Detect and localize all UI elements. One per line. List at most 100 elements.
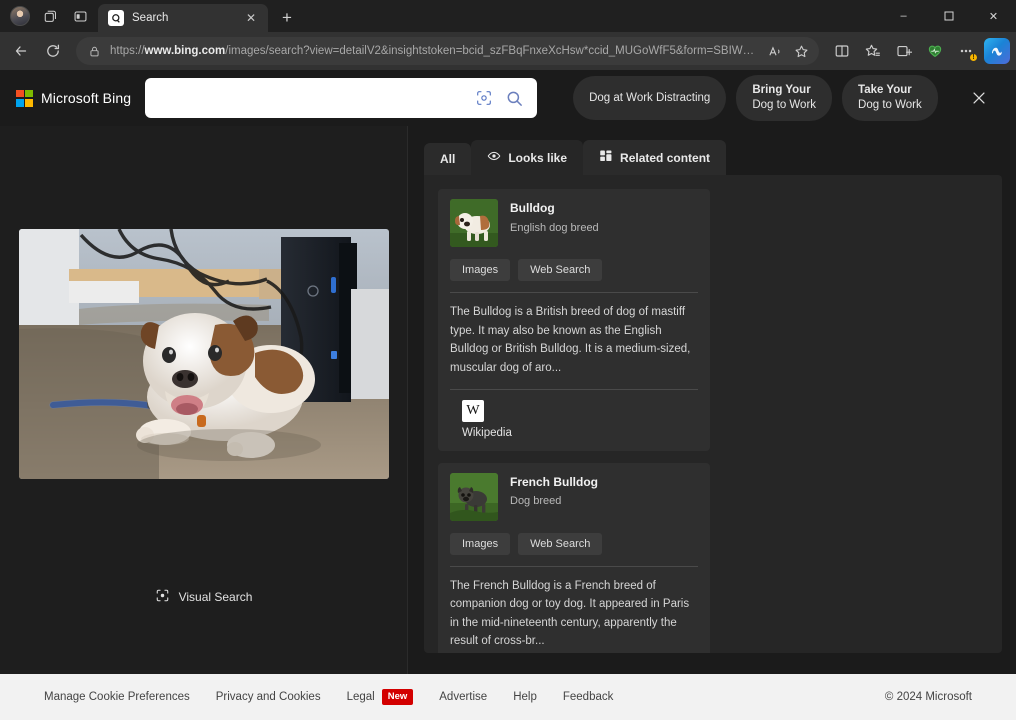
favorite-star-glyph [794,44,809,59]
read-aloud-glyph [768,44,783,59]
close-window-button[interactable]: ✕ [971,0,1016,32]
bing-logo-text: Microsoft Bing [41,90,131,106]
url-text: https://www.bing.com/images/search?view=… [110,45,755,57]
card-description: The Bulldog is a British breed of dog of… [450,303,698,378]
manage-cookie-preferences-link[interactable]: Manage Cookie Preferences [44,691,190,703]
tab-looks-like[interactable]: Looks like [471,140,583,175]
hero-image[interactable] [19,229,389,479]
address-bar[interactable]: https://www.bing.com/images/search?view=… [76,37,819,65]
entity-card[interactable]: Bulldog English dog breed Images Web Sea… [438,189,710,451]
bulldog-thumbnail[interactable] [450,199,498,247]
visual-search-icon [155,588,170,606]
divider [450,292,698,293]
visual-search-button[interactable]: Visual Search [143,582,265,612]
card-actions: Images Web Search [450,533,698,555]
advertise-link[interactable]: Advertise [439,691,487,703]
tab-all[interactable]: All [424,143,471,175]
visual-search-camera-icon[interactable] [471,85,497,111]
help-link[interactable]: Help [513,691,537,703]
collections-icon [896,43,912,59]
card-actions: Images Web Search [450,259,698,281]
minimize-button[interactable]: – [881,0,926,32]
eye-icon [487,149,501,166]
visual-search-label: Visual Search [179,590,253,604]
footer-links: Manage Cookie Preferences Privacy and Co… [44,689,613,705]
copyright-text: © 2024 Microsoft [885,691,972,703]
tab-looks-like-label: Looks like [508,151,567,165]
suggestion-chip[interactable]: Take Your Dog to Work [842,75,938,121]
visual-search-frame-glyph [155,588,170,603]
chip-line-2: Dog to Work [858,98,922,113]
tab-actions-icon [73,9,88,24]
browser-tab[interactable]: Search ✕ [98,4,268,32]
address-bar-actions [763,39,813,63]
maximize-icon [944,11,954,21]
titlebar-left-icons [6,0,94,32]
magnifier-glyph [505,89,524,108]
bing-icon [108,10,124,26]
profile-avatar-button[interactable] [6,2,34,30]
card-header: French Bulldog Dog breed [450,473,698,521]
card-attribution[interactable]: W Wikipedia [450,400,698,439]
feedback-link[interactable]: Feedback [563,691,614,703]
refresh-button[interactable] [38,36,68,66]
back-button[interactable] [6,36,36,66]
tab-actions-button[interactable] [66,2,94,30]
bing-logo[interactable]: Microsoft Bing [16,90,131,107]
legal-link[interactable]: Legal [347,691,375,703]
update-badge: ! [969,53,978,62]
search-icon[interactable] [501,85,527,111]
bing-header: Microsoft Bing Dog at W [0,70,1016,126]
entity-card[interactable]: French Bulldog Dog breed Images Web Sear… [438,463,710,654]
images-button[interactable]: Images [450,533,510,555]
copilot-button[interactable] [984,38,1010,64]
star-icon[interactable] [789,39,813,63]
tab-related-content[interactable]: Related content [583,140,726,175]
web-search-button[interactable]: Web Search [518,259,602,281]
card-title: French Bulldog [510,475,598,491]
toolbar-right-icons: ! [827,36,1010,66]
more-options-button[interactable]: ! [951,36,981,66]
browser-essentials-button[interactable] [920,36,950,66]
eye-glyph [487,149,501,163]
camera-frame-glyph [475,89,493,107]
close-panel-icon[interactable] [962,81,996,115]
workspaces-button[interactable] [36,2,64,30]
page-footer: Manage Cookie Preferences Privacy and Co… [0,674,1016,720]
favorites-button[interactable] [858,36,888,66]
insight-tabs: All Looks like [424,140,1002,175]
back-arrow-icon [13,43,29,59]
suggestion-chip[interactable]: Bring Your Dog to Work [736,75,832,121]
chip-line-1: Bring Your [752,83,816,98]
web-search-button[interactable]: Web Search [518,533,602,555]
main-content: Visual Search All [0,126,1016,674]
new-badge: New [382,689,414,705]
card-subtitle: Dog breed [510,494,598,508]
french-bulldog-thumb-art [450,473,498,521]
read-aloud-icon[interactable] [763,39,787,63]
card-subtitle: English dog breed [510,221,599,235]
attribution-label: Wikipedia [462,427,512,439]
new-tab-button[interactable]: + [274,5,300,31]
legal-link-group[interactable]: Legal New [347,689,414,705]
page-content: Microsoft Bing Dog at W [0,70,1016,720]
avatar-icon [10,6,30,26]
images-button[interactable]: Images [450,259,510,281]
workspaces-icon [43,9,58,24]
divider [450,566,698,567]
grid-glyph [599,149,613,163]
close-icon[interactable]: ✕ [242,9,260,27]
french-bulldog-thumbnail[interactable] [450,473,498,521]
lock-icon [88,45,102,58]
collections-button[interactable] [889,36,919,66]
privacy-and-cookies-link[interactable]: Privacy and Cookies [216,691,321,703]
search-input[interactable] [159,91,467,106]
card-titles: Bulldog English dog breed [510,199,599,235]
suggestion-chip[interactable]: Dog at Work Distracting [573,76,726,120]
split-screen-button[interactable] [827,36,857,66]
insights-pane: All Looks like [408,126,1016,674]
wikipedia-icon: W [462,400,484,422]
maximize-button[interactable] [926,0,971,32]
search-box[interactable] [145,78,537,118]
title-bar: Search ✕ + – ✕ [0,0,1016,32]
